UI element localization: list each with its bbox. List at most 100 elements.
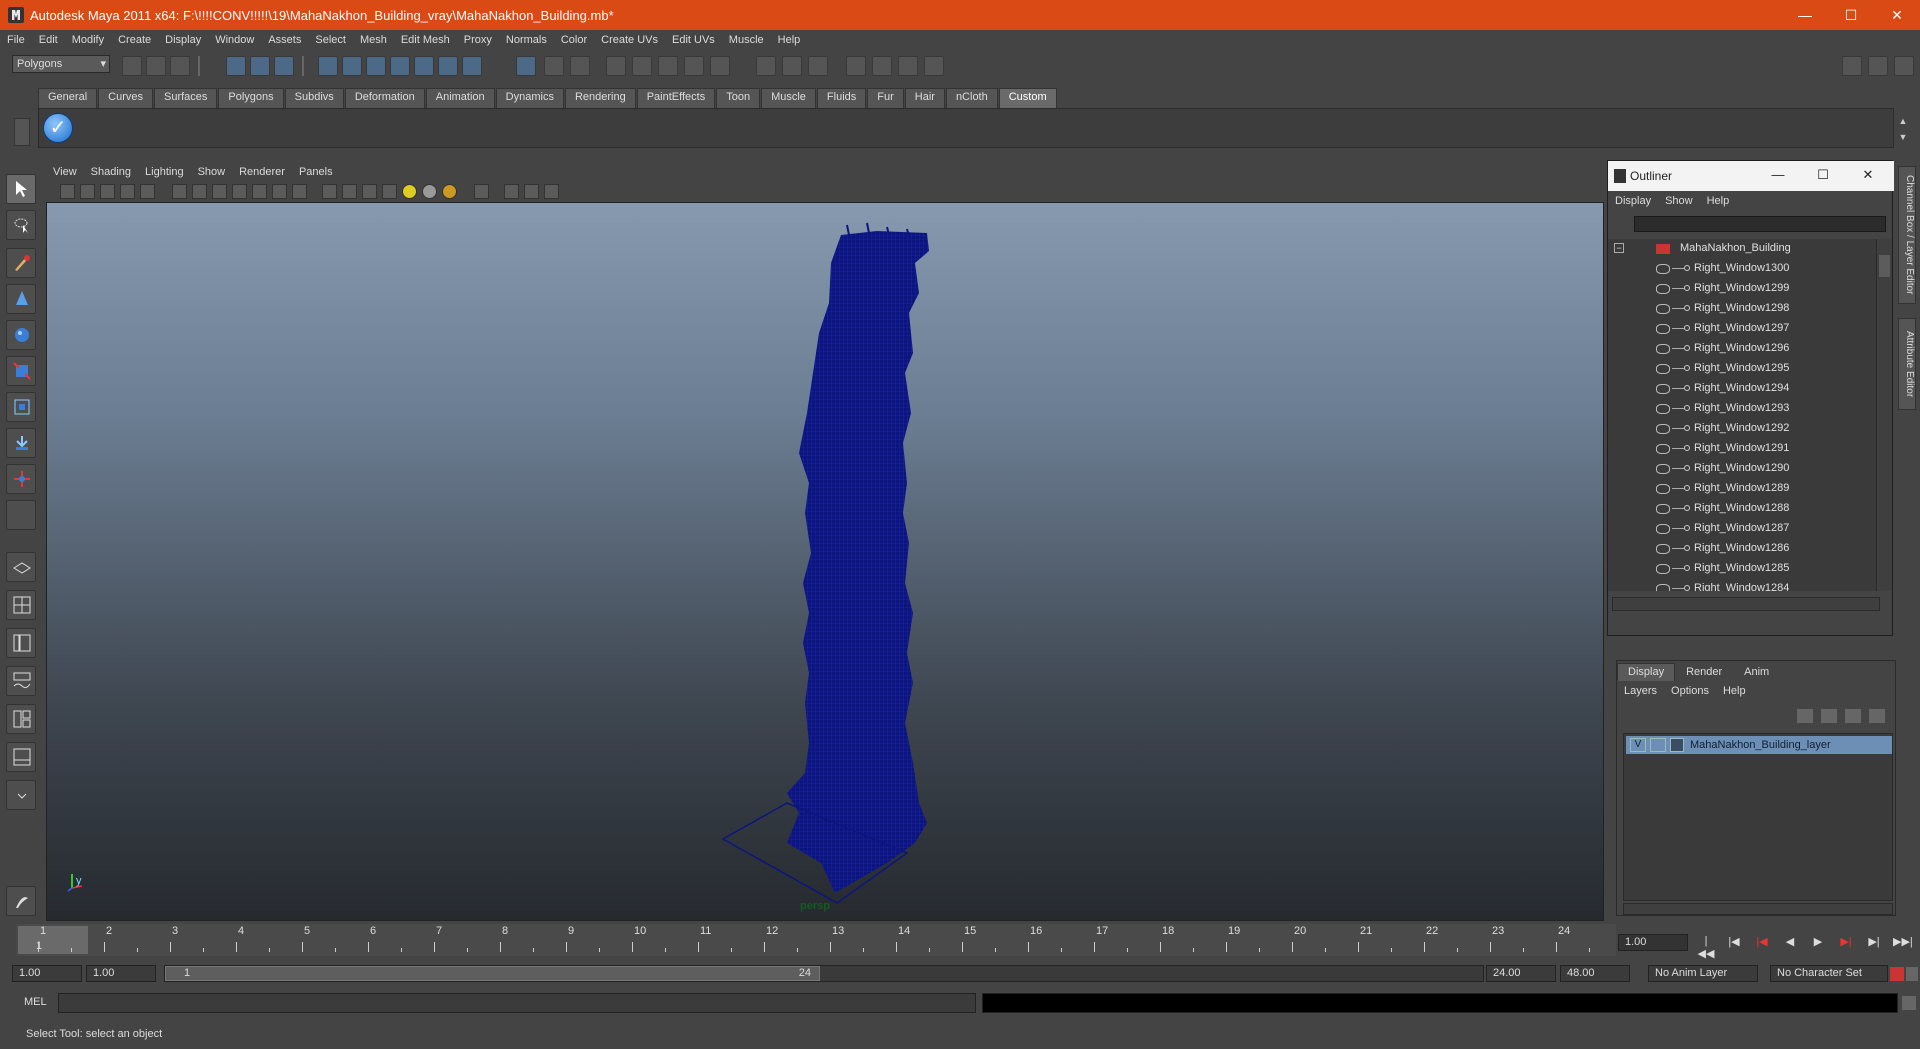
gate-mask-icon[interactable] — [232, 184, 247, 199]
shadows-icon[interactable] — [442, 184, 457, 199]
menu-mesh[interactable]: Mesh — [353, 34, 394, 46]
layer-playback-toggle[interactable] — [1650, 738, 1666, 752]
current-frame-indicator[interactable] — [18, 926, 88, 954]
outliner-item[interactable]: Right_Window1294 — [1608, 379, 1876, 399]
outliner-item[interactable]: Right_Window1293 — [1608, 399, 1876, 419]
viewport-menu-shading[interactable]: Shading — [84, 166, 138, 178]
layer-menu-help[interactable]: Help — [1716, 685, 1753, 697]
step-forward-frame-icon[interactable]: ▶| — [1837, 935, 1855, 951]
shelf-tab-muscle[interactable]: Muscle — [761, 88, 816, 108]
layout-options-icon[interactable] — [6, 780, 36, 810]
hypershade-persp-layout-icon[interactable] — [6, 704, 36, 734]
manipulator-tool-icon[interactable] — [6, 392, 36, 422]
anim-layer-dropdown[interactable]: No Anim Layer — [1648, 965, 1758, 982]
auto-key-icon[interactable] — [1890, 967, 1904, 981]
menu-help[interactable]: Help — [771, 34, 808, 46]
history-icon[interactable] — [438, 56, 458, 76]
scale-tool-icon[interactable] — [6, 356, 36, 386]
wireframe-icon[interactable] — [322, 184, 337, 199]
playback-start-field[interactable]: 1.00 — [86, 965, 156, 982]
film-gate-icon[interactable] — [192, 184, 207, 199]
hypershade-icon[interactable] — [684, 56, 704, 76]
preferences-icon[interactable] — [1906, 967, 1918, 981]
menu-edit-uvs[interactable]: Edit UVs — [665, 34, 722, 46]
layout-channel-icon[interactable] — [1894, 56, 1914, 76]
shelf-tab-painteffects[interactable]: PaintEffects — [636, 88, 716, 108]
playblast-icon[interactable] — [924, 56, 944, 76]
time-slider[interactable] — [16, 924, 1616, 956]
single-perspective-layout-icon[interactable] — [6, 552, 36, 582]
layer-row[interactable]: V MahaNakhon_Building_layer — [1626, 736, 1892, 754]
tool-settings-toggle-icon[interactable] — [782, 56, 802, 76]
menu-select[interactable]: Select — [308, 34, 353, 46]
smooth-shade-icon[interactable] — [342, 184, 357, 199]
outliner-menu-display[interactable]: Display — [1608, 195, 1658, 207]
shelf-tab-general[interactable]: General — [38, 88, 98, 108]
viewport-menu-view[interactable]: View — [46, 166, 84, 178]
menu-modify[interactable]: Modify — [65, 34, 111, 46]
shelf-tab-hair[interactable]: Hair — [904, 88, 945, 108]
wireframe-on-shaded-icon[interactable] — [362, 184, 377, 199]
outliner-root-item[interactable]: − MahaNakhon_Building — [1608, 239, 1876, 259]
bookmark-icon[interactable] — [100, 184, 115, 199]
make-live-icon[interactable] — [414, 56, 434, 76]
minimize-button[interactable]: — — [1782, 0, 1828, 30]
script-editor-button-icon[interactable] — [1902, 996, 1916, 1010]
animation-end-field[interactable]: 48.00 — [1560, 965, 1630, 982]
resolution-gate-icon[interactable] — [212, 184, 227, 199]
menu-normals[interactable]: Normals — [499, 34, 554, 46]
two-d-pan-icon[interactable] — [140, 184, 155, 199]
outliner-minimize-button[interactable]: — — [1768, 167, 1788, 182]
shelf-tab-curves[interactable]: Curves — [98, 88, 153, 108]
outliner-horizontal-scrollbar[interactable] — [1612, 597, 1880, 611]
layer-tab-anim[interactable]: Anim — [1733, 663, 1781, 681]
shelf-tab-custom[interactable]: Custom — [998, 88, 1057, 108]
help-icon[interactable] — [516, 56, 536, 76]
collapse-icon[interactable]: − — [1614, 243, 1624, 253]
go-to-end-icon[interactable]: ▶▶| — [1893, 935, 1913, 951]
perspective-viewport[interactable] — [46, 202, 1604, 921]
menu-set-dropdown[interactable]: Polygons ▾ — [12, 55, 110, 73]
default-light-icon[interactable] — [402, 184, 417, 199]
close-button[interactable]: ✕ — [1874, 0, 1920, 30]
shelf-tab-animation[interactable]: Animation — [425, 88, 495, 108]
outliner-item[interactable]: Right_Window1288 — [1608, 499, 1876, 519]
outliner-menu-help[interactable]: Help — [1700, 195, 1737, 207]
open-scene-icon[interactable] — [146, 56, 166, 76]
viewport-menu-lighting[interactable]: Lighting — [138, 166, 191, 178]
construction-icon[interactable] — [462, 56, 482, 76]
camera-icon[interactable] — [872, 56, 892, 76]
play-backward-icon[interactable]: ◀ — [1781, 935, 1799, 951]
menu-color[interactable]: Color — [554, 34, 594, 46]
clapper-icon[interactable] — [846, 56, 866, 76]
shelf-tab-surfaces[interactable]: Surfaces — [153, 88, 218, 108]
play-forward-icon[interactable]: ▶ — [1809, 935, 1827, 951]
safe-action-icon[interactable] — [272, 184, 287, 199]
shelf-menu-icon[interactable] — [14, 118, 30, 146]
viewport-menu-renderer[interactable]: Renderer — [232, 166, 292, 178]
xray-joints-icon[interactable] — [524, 184, 539, 199]
channel-box-layer-editor-tab[interactable]: Channel Box / Layer Editor — [1898, 166, 1916, 304]
outliner-item[interactable]: Right_Window1286 — [1608, 539, 1876, 559]
mel-command-input[interactable] — [58, 993, 976, 1013]
last-tool-icon[interactable] — [6, 500, 36, 530]
new-layer-from-selected-icon[interactable] — [1869, 709, 1885, 723]
shelf-tab-deformation[interactable]: Deformation — [344, 88, 425, 108]
outliner-item[interactable]: Right_Window1296 — [1608, 339, 1876, 359]
checkmark-icon[interactable]: ✓ — [43, 113, 73, 143]
menu-assets[interactable]: Assets — [261, 34, 308, 46]
outliner-vertical-scrollbar[interactable] — [1876, 239, 1892, 591]
animation-start-field[interactable]: 1.00 — [12, 965, 82, 982]
layer-color-swatch[interactable] — [1670, 738, 1684, 752]
select-camera-icon[interactable] — [60, 184, 75, 199]
scroll-thumb[interactable] — [1879, 255, 1890, 277]
move-layer-up-icon[interactable] — [1797, 709, 1813, 723]
layer-menu-options[interactable]: Options — [1664, 685, 1716, 697]
outliner-item[interactable]: Right_Window1297 — [1608, 319, 1876, 339]
field-chart-icon[interactable] — [252, 184, 267, 199]
move-layer-down-icon[interactable] — [1821, 709, 1837, 723]
outliner-close-button[interactable]: ✕ — [1858, 167, 1878, 183]
range-slider-thumb[interactable]: 1 24 — [165, 966, 820, 981]
command-language-label[interactable]: MEL — [24, 996, 47, 1008]
camera-attributes-icon[interactable] — [80, 184, 95, 199]
